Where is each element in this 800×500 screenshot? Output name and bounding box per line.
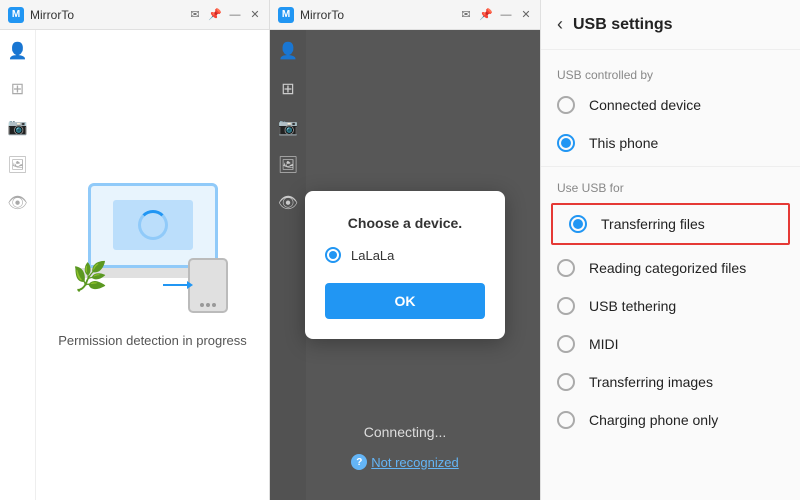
dialog-title: Choose a device. (325, 215, 485, 231)
this-phone-option[interactable]: This phone (541, 124, 800, 162)
device-radio-selected[interactable] (325, 247, 341, 263)
panel2-titlebar: MirrorTo ✉ 📌 — ✕ (270, 0, 540, 30)
midi-option[interactable]: MIDI (541, 325, 800, 363)
plant-decoration: 🌿 (73, 260, 108, 293)
transferring-images-label: Transferring images (589, 374, 713, 390)
transferring-images-radio[interactable] (557, 373, 575, 391)
panel2-mirrorto-dialog: MirrorTo ✉ 📌 — ✕ 👤 ⊞ 📷 🖼 👁 Choose a devi… (270, 0, 540, 500)
midi-label: MIDI (589, 336, 619, 352)
device-option-label: LaLaLa (351, 248, 394, 263)
permission-status-text: Permission detection in progress (58, 333, 247, 348)
reading-categorized-label: Reading categorized files (589, 260, 746, 276)
section-divider (541, 166, 800, 167)
image-icon[interactable]: 🖼 (7, 154, 29, 176)
panel2-email-icon[interactable]: ✉ (460, 9, 472, 21)
laptop-screen (88, 183, 218, 268)
panel1-app-icon (8, 7, 24, 23)
panel2-app-icon (278, 7, 294, 23)
person-icon[interactable]: 👤 (7, 40, 29, 62)
connector-arrow (187, 281, 193, 289)
this-phone-label: This phone (589, 135, 658, 151)
back-button[interactable]: ‹ (557, 14, 563, 35)
not-recognized-text[interactable]: Not recognized (371, 455, 458, 470)
charging-phone-label: Charging phone only (589, 412, 718, 428)
panel1-controls: ✉ 📌 — ✕ (189, 9, 261, 21)
minimize-icon[interactable]: — (229, 9, 241, 21)
help-icon: ? (351, 454, 367, 470)
ok-button[interactable]: OK (325, 283, 485, 319)
illustration: 🌿 (73, 183, 233, 313)
panel1-mirrorto-app: MirrorTo ✉ 📌 — ✕ 👤 ⊞ 📷 🖼 👁 🌿 (0, 0, 270, 500)
this-phone-radio[interactable] (557, 134, 575, 152)
usb-tethering-radio[interactable] (557, 297, 575, 315)
phone-device (188, 258, 228, 313)
connecting-text: Connecting... (270, 424, 540, 440)
usb-tethering-label: USB tethering (589, 298, 676, 314)
panel2-body: 👤 ⊞ 📷 🖼 👁 Choose a device. LaLaLa OK Con… (270, 30, 540, 500)
charging-phone-only-option[interactable]: Charging phone only (541, 401, 800, 439)
panel2-close-icon[interactable]: ✕ (520, 9, 532, 21)
usb-tethering-option[interactable]: USB tethering (541, 287, 800, 325)
use-usb-for-label: Use USB for (541, 175, 800, 199)
use-usb-for-section: Use USB for Transferring files Reading c… (541, 175, 800, 439)
choose-device-dialog: Choose a device. LaLaLa OK (305, 191, 505, 339)
connected-device-label: Connected device (589, 97, 701, 113)
transferring-files-radio[interactable] (569, 215, 587, 233)
reading-categorized-files-option[interactable]: Reading categorized files (541, 249, 800, 287)
eye-icon[interactable]: 👁 (7, 192, 29, 214)
panel1-titlebar: MirrorTo ✉ 📌 — ✕ (0, 0, 269, 30)
panel1-main: 🌿 Permission detection in progress (36, 30, 269, 500)
phone-dots (200, 303, 216, 307)
panel2-pin-icon[interactable]: 📌 (480, 9, 492, 21)
camera-icon[interactable]: 📷 (7, 116, 29, 138)
usb-settings-header: ‹ USB settings (541, 0, 800, 50)
transferring-files-option[interactable]: Transferring files (551, 203, 790, 245)
not-recognized-link[interactable]: ? Not recognized (270, 454, 540, 470)
device-option[interactable]: LaLaLa (325, 247, 485, 263)
usb-controlled-by-label: USB controlled by (541, 62, 800, 86)
panel1-title: MirrorTo (30, 8, 183, 22)
dot2 (206, 303, 210, 307)
dot3 (212, 303, 216, 307)
usb-settings-title: USB settings (573, 16, 673, 34)
transferring-images-option[interactable]: Transferring images (541, 363, 800, 401)
close-icon[interactable]: ✕ (249, 9, 261, 21)
midi-radio[interactable] (557, 335, 575, 353)
transferring-files-label: Transferring files (601, 216, 705, 232)
dot1 (200, 303, 204, 307)
email-icon[interactable]: ✉ (189, 9, 201, 21)
laptop-screen-inner (113, 200, 193, 250)
usb-settings-body: USB controlled by Connected device This … (541, 50, 800, 500)
panel1-sidebar: 👤 ⊞ 📷 🖼 👁 (0, 30, 36, 500)
panel2-minimize-icon[interactable]: — (500, 9, 512, 21)
panel1-body: 👤 ⊞ 📷 🖼 👁 🌿 (0, 30, 269, 500)
pin-icon[interactable]: 📌 (209, 9, 221, 21)
panel2-title: MirrorTo (300, 8, 454, 22)
panel3-usb-settings: ‹ USB settings USB controlled by Connect… (540, 0, 800, 500)
grid-icon[interactable]: ⊞ (7, 78, 29, 100)
panel2-controls: ✉ 📌 — ✕ (460, 9, 532, 21)
spinner (138, 210, 168, 240)
connector-line (163, 284, 188, 286)
charging-phone-radio[interactable] (557, 411, 575, 429)
reading-categorized-radio[interactable] (557, 259, 575, 277)
connected-device-radio[interactable] (557, 96, 575, 114)
connected-device-option[interactable]: Connected device (541, 86, 800, 124)
